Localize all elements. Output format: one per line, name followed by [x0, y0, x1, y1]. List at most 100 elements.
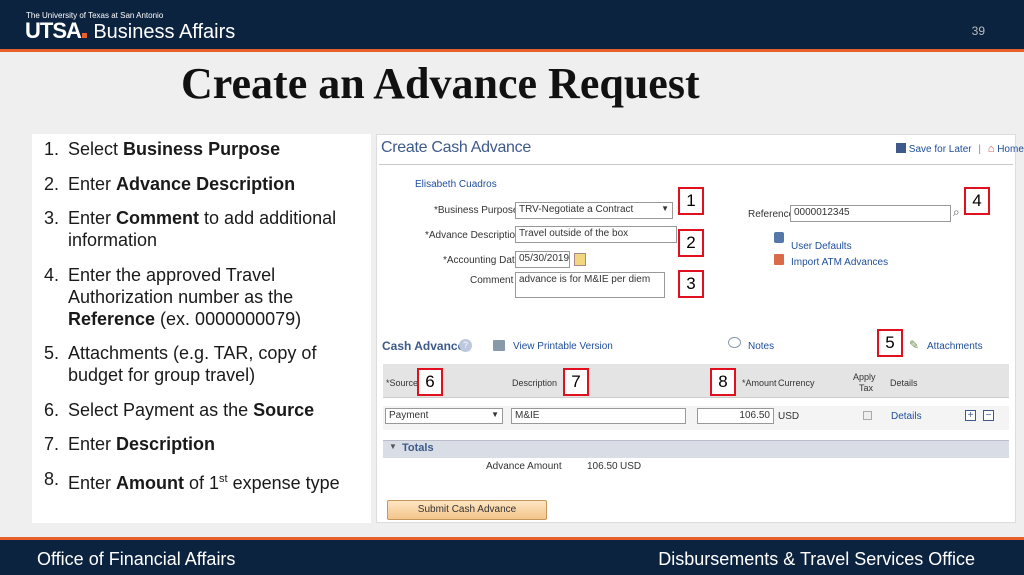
source-value: Payment [389, 410, 429, 421]
cash-advance-screenshot: Create Cash Advance Save for Later | ⌂ H… [376, 134, 1024, 523]
steps-panel: 1. Select Business Purpose 2. Enter Advance… [32, 134, 371, 523]
page-number: 39 [971, 24, 985, 38]
brand-utsa: UTSA [25, 18, 82, 43]
remove-row-button[interactable]: − [983, 410, 994, 421]
collapse-icon[interactable]: ▼ [389, 442, 397, 451]
business-purpose-label: *Business Purpose [434, 205, 519, 216]
comment-label: Comment [470, 275, 514, 286]
save-for-later-link[interactable]: Save for Later [909, 144, 972, 155]
col-currency: Currency [778, 378, 815, 388]
step-text-pre: Enter [68, 173, 117, 194]
footer-bar: Office of Financial Affairs Disbursement… [0, 537, 1024, 575]
callout-1: 1 [678, 187, 704, 215]
step-text-pre: Select [68, 139, 124, 159]
step-number: 2. [44, 173, 60, 194]
brand-business-affairs: Business Affairs [93, 21, 236, 43]
step-text-bold: Comment [116, 208, 200, 228]
step-item: 3. Enter Comment to add additional inform… [44, 207, 371, 251]
reference-input[interactable]: 0000012345 [790, 205, 951, 222]
advance-description-input[interactable]: Travel outside of the box [515, 226, 677, 243]
step-text: Enter Comment to add additional informat… [68, 207, 371, 251]
notes-link[interactable]: Notes [748, 341, 774, 352]
col-description: Description [512, 378, 558, 388]
step-item: 1. Select Business Purpose [44, 138, 371, 160]
step-text: Enter Advance Description [68, 173, 295, 195]
slide: The University of Texas at San Antonio U… [0, 0, 1024, 575]
step-text-bold: Description [116, 434, 216, 454]
user-defaults-icon [774, 232, 784, 243]
add-row-button[interactable]: + [965, 410, 976, 421]
step-text-pre: Enter [68, 472, 117, 493]
paperclip-icon: ✎ [909, 338, 920, 352]
step-text-pre: Enter the approved Travel Authorization … [68, 264, 294, 307]
col-apply-tax-2: Tax [859, 383, 874, 393]
advance-amount-value: 106.50 [587, 461, 618, 472]
advance-amount-label: Advance Amount [486, 461, 562, 472]
business-purpose-select[interactable]: TRV-Negotiate a Contract ▼ [515, 202, 673, 219]
totals-heading: Totals [402, 442, 434, 454]
user-defaults-link[interactable]: User Defaults [791, 241, 852, 252]
advance-amount-currency: USD [620, 461, 642, 472]
reference-label: Reference [748, 209, 795, 220]
callout-8: 8 [710, 368, 736, 396]
step-text: Attachments (e.g. TAR, copy of budget fo… [68, 342, 371, 386]
attachments-link[interactable]: Attachments [927, 341, 983, 352]
step-text-pre: Enter [68, 434, 117, 454]
col-details: Details [890, 378, 918, 388]
callout-5: 5 [877, 329, 903, 357]
import-atm-advances-link[interactable]: Import ATM Advances [791, 257, 888, 268]
toolbar: Save for Later | ⌂ Home [896, 143, 1024, 155]
step-text-bold: Advance Description [116, 173, 296, 194]
step-text-pre: Select Payment as the [68, 399, 254, 420]
apply-tax-checkbox[interactable] [863, 411, 872, 420]
step-text-bold: Amount [116, 472, 185, 493]
plus-icon: + [965, 410, 976, 421]
step-text-post: of 1 [184, 472, 220, 493]
amount-input[interactable]: 106.50 [697, 408, 774, 424]
callout-6: 6 [417, 368, 443, 396]
accounting-date-input[interactable]: 05/30/2019 [515, 251, 570, 268]
step-number: 6. [44, 399, 60, 420]
view-printable-link[interactable]: View Printable Version [513, 341, 613, 352]
title-divider [379, 164, 1013, 165]
home-link[interactable]: Home [997, 144, 1024, 155]
cash-advance-heading: Cash Advance [382, 339, 465, 353]
col-source: *Source [386, 378, 419, 388]
callout-4: 4 [964, 187, 990, 215]
step-text: Enter Description [68, 433, 215, 455]
step-text-pre: Attachments (e.g. TAR, copy of budget fo… [68, 343, 317, 385]
submit-cash-advance-button[interactable]: Submit Cash Advance [387, 500, 547, 520]
step-number: 4. [44, 264, 60, 285]
help-icon[interactable]: ? [459, 339, 472, 352]
step-number: 5. [44, 343, 60, 363]
step-text-pre: Enter [68, 208, 117, 228]
col-amount: *Amount [742, 378, 777, 388]
advance-description-label: *Advance Description [425, 230, 521, 241]
slide-title: Create an Advance Request [181, 59, 700, 108]
details-link[interactable]: Details [891, 411, 922, 422]
business-purpose-value: TRV-Negotiate a Contract [519, 204, 634, 215]
accounting-date-label: *Accounting Date [443, 255, 521, 266]
step-text-post: (ex. 0000000079) [155, 308, 302, 329]
footer-left: Office of Financial Affairs [37, 549, 236, 569]
currency-value: USD [778, 411, 800, 422]
comment-textarea[interactable]: advance is for M&IE per diem [515, 272, 665, 298]
step-item: 2. Enter Advance Description [44, 173, 371, 195]
chevron-down-icon: ▼ [661, 204, 669, 213]
source-select[interactable]: Payment ▼ [385, 408, 503, 424]
chevron-down-icon: ▼ [491, 410, 499, 419]
search-icon[interactable]: ⌕ [953, 205, 960, 220]
calendar-icon[interactable] [574, 253, 586, 266]
step-item: 7. Enter Description [44, 433, 371, 455]
import-icon [774, 254, 784, 265]
save-icon [896, 143, 906, 153]
description-input[interactable]: M&IE [511, 408, 686, 424]
step-number: 7. [44, 434, 60, 454]
totals-bar [383, 440, 1009, 458]
step-text: Enter the approved Travel Authorization … [68, 264, 371, 330]
step-item: 5. Attachments (e.g. TAR, copy of budget … [44, 342, 371, 386]
footer-right: Disbursements & Travel Services Office [658, 549, 975, 569]
employee-name[interactable]: Elisabeth Cuadros [415, 179, 497, 190]
callout-3: 3 [678, 270, 704, 298]
home-icon: ⌂ [987, 143, 995, 155]
